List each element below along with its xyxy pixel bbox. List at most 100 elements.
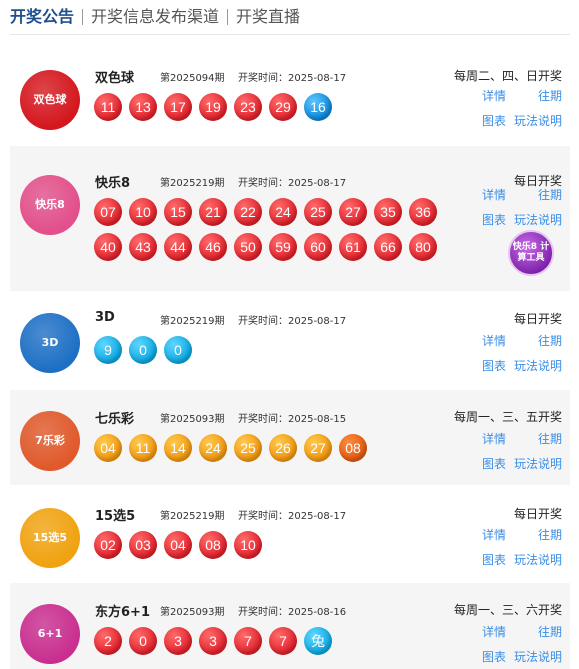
draw-schedule: 每日开奖 bbox=[513, 312, 562, 326]
issue-number: 第2025219期 bbox=[160, 316, 225, 327]
lottery-links: 详情 往期 图表 玩法说明 bbox=[482, 623, 562, 665]
link-chart[interactable]: 图表 bbox=[482, 211, 508, 228]
winning-numbers: 900 bbox=[94, 336, 454, 364]
link-past[interactable]: 往期 bbox=[514, 332, 562, 349]
lottery-logo-text: 3D bbox=[41, 336, 59, 349]
number-ball: 7 bbox=[234, 627, 262, 655]
number-ball: 04 bbox=[94, 434, 122, 462]
number-ball: 15 bbox=[164, 198, 192, 226]
winning-numbers: 02 03 04 08 10 bbox=[94, 531, 454, 559]
number-ball: 36 bbox=[409, 198, 437, 226]
lottery-row: 3D 3D 第2025219期 开奖时间：2025-08-17 9 0 0 每日开奖 详情 往期图… bbox=[10, 296, 570, 388]
number-ball: 40 bbox=[94, 233, 122, 261]
lottery-name: 15选5 bbox=[95, 509, 136, 524]
tab-live-draw[interactable]: 开奖直播 bbox=[228, 8, 308, 26]
winning-numbers: 07 10 15 21 22 24 25 27 35 36 40 43 44 46 50 59 60 61 66 80 bbox=[94, 198, 454, 261]
lottery-logo[interactable]: 7乐彩 bbox=[20, 411, 80, 471]
number-ball: 35 bbox=[374, 198, 402, 226]
tab-bar: 开奖公告 开奖信息发布渠道 开奖直播 bbox=[10, 0, 570, 35]
link-past[interactable]: 往期 bbox=[514, 623, 562, 640]
link-past[interactable]: 往期 bbox=[514, 87, 562, 104]
link-past[interactable]: 往期 bbox=[514, 186, 562, 203]
lottery-logo[interactable]: 15选5 bbox=[20, 508, 80, 568]
link-rules[interactable]: 玩法说明 bbox=[514, 357, 562, 374]
lottery-logo[interactable]: 双色球 bbox=[20, 70, 80, 130]
number-ball: 44 bbox=[164, 233, 192, 261]
number-ball: 08 bbox=[199, 531, 227, 559]
number-ball: 9 bbox=[94, 336, 122, 364]
lottery-name: 快乐8 bbox=[95, 176, 131, 191]
link-rules[interactable]: 玩法说明 bbox=[514, 648, 562, 665]
link-detail[interactable]: 详情 bbox=[482, 623, 508, 640]
lottery-links: 详情 往期 图表 玩法说明 bbox=[482, 87, 562, 129]
number-ball: 13 bbox=[129, 93, 157, 121]
link-detail[interactable]: 详情 bbox=[482, 186, 508, 203]
number-ball: 04 bbox=[164, 531, 192, 559]
lottery-logo[interactable]: 快乐8 bbox=[20, 175, 80, 235]
number-ball: 61 bbox=[339, 233, 367, 261]
draw-date: 开奖时间：2025-08-17 bbox=[238, 316, 347, 327]
lottery-logo-text: 15选5 bbox=[33, 531, 67, 544]
draw-schedule: 每周二、四、日开奖 bbox=[453, 69, 562, 83]
number-ball: 27 bbox=[339, 198, 367, 226]
lottery-links: 详情 往期 图表 玩法说明 bbox=[482, 332, 562, 374]
lottery-name: 东方6+1 bbox=[95, 605, 150, 620]
number-ball: 0 bbox=[129, 336, 157, 364]
link-detail[interactable]: 详情 bbox=[482, 87, 508, 104]
draw-date: 开奖时间：2025-08-17 bbox=[238, 73, 347, 84]
lottery-row: 6+1 东方6+1 第2025093期 开奖时间：2025-08-16 2 0 3 3 7 7 兔每… bbox=[10, 583, 570, 669]
issue-number: 第2025094期 bbox=[160, 73, 225, 84]
lottery-links: 详情 往期 图表 玩法说明 bbox=[482, 186, 562, 228]
number-ball: 2 bbox=[94, 627, 122, 655]
link-past[interactable]: 往期 bbox=[514, 526, 562, 543]
lottery-name: 双色球 bbox=[95, 71, 135, 86]
number-ball: 17 bbox=[164, 93, 192, 121]
number-ball: 29 bbox=[269, 93, 297, 121]
link-rules[interactable]: 玩法说明 bbox=[514, 211, 562, 228]
link-chart[interactable]: 图表 bbox=[482, 648, 508, 665]
tab-draw-announcement[interactable]: 开奖公告 bbox=[10, 8, 82, 26]
number-ball: 14 bbox=[164, 434, 192, 462]
number-ball: 23 bbox=[234, 93, 262, 121]
link-detail[interactable]: 详情 bbox=[482, 526, 508, 543]
number-ball: 21 bbox=[199, 198, 227, 226]
link-detail[interactable]: 详情 bbox=[482, 430, 508, 447]
number-ball: 27 bbox=[304, 434, 332, 462]
number-ball: 11 bbox=[94, 93, 122, 121]
winning-numbers: 11 13 17 19 23 29 16 bbox=[94, 93, 454, 121]
link-chart[interactable]: 图表 bbox=[482, 112, 508, 129]
number-ball: 0 bbox=[129, 627, 157, 655]
lottery-logo-text: 双色球 bbox=[33, 93, 67, 106]
lottery-logo[interactable]: 6+1 bbox=[20, 604, 80, 664]
draw-schedule: 每周一、三、五开奖 bbox=[453, 410, 562, 424]
link-chart[interactable]: 图表 bbox=[482, 455, 508, 472]
number-ball: 08 bbox=[339, 434, 367, 462]
number-ball: 3 bbox=[164, 627, 192, 655]
lottery-links: 详情 往期 图表 玩法说明 bbox=[482, 430, 562, 472]
tab-publish-channels[interactable]: 开奖信息发布渠道 bbox=[83, 8, 227, 26]
calculator-tool-button[interactable]: 快乐8 计算工具 bbox=[508, 230, 554, 276]
link-rules[interactable]: 玩法说明 bbox=[514, 455, 562, 472]
draw-date: 开奖时间：2025-08-15 bbox=[238, 414, 347, 425]
number-ball: 60 bbox=[304, 233, 332, 261]
link-detail[interactable]: 详情 bbox=[482, 332, 508, 349]
link-chart[interactable]: 图表 bbox=[482, 551, 508, 568]
number-ball: 10 bbox=[129, 198, 157, 226]
number-ball: 26 bbox=[269, 434, 297, 462]
number-ball: 03 bbox=[129, 531, 157, 559]
number-ball: 66 bbox=[374, 233, 402, 261]
winning-numbers: 203377兔 bbox=[94, 627, 454, 655]
link-rules[interactable]: 玩法说明 bbox=[514, 551, 562, 568]
link-chart[interactable]: 图表 bbox=[482, 357, 508, 374]
number-ball: 22 bbox=[234, 198, 262, 226]
draw-schedule: 每周一、三、六开奖 bbox=[453, 603, 562, 617]
link-rules[interactable]: 玩法说明 bbox=[514, 112, 562, 129]
number-ball: 3 bbox=[199, 627, 227, 655]
link-past[interactable]: 往期 bbox=[514, 430, 562, 447]
lottery-logo[interactable]: 3D bbox=[20, 313, 80, 373]
lottery-name: 七乐彩 bbox=[95, 412, 135, 427]
number-ball: 02 bbox=[94, 531, 122, 559]
number-ball: 10 bbox=[234, 531, 262, 559]
issue-number: 第2025093期 bbox=[160, 414, 225, 425]
number-ball: 0 bbox=[164, 336, 192, 364]
